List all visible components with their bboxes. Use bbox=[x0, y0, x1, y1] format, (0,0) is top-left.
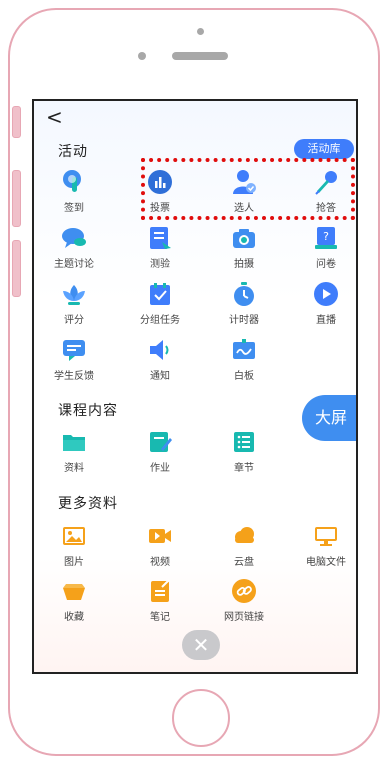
more-cloud-drive[interactable]: 云盘 bbox=[204, 523, 284, 568]
sensor-dot bbox=[138, 52, 146, 60]
activity-label: 通知 bbox=[150, 371, 170, 382]
activity-label: 白板 bbox=[234, 371, 254, 382]
more-label: 收藏 bbox=[64, 612, 84, 623]
more-label: 笔记 bbox=[150, 612, 170, 623]
timer-icon bbox=[231, 281, 257, 307]
activity-label: 主题讨论 bbox=[54, 259, 94, 270]
mute-switch bbox=[12, 106, 21, 138]
activity-quiz[interactable]: 测验 bbox=[120, 225, 200, 270]
volume-up-button bbox=[12, 170, 21, 227]
section-title-more: 更多资料 bbox=[58, 496, 118, 512]
section-title-activity: 活动 bbox=[58, 144, 88, 160]
course-homework[interactable]: 作业 bbox=[120, 429, 200, 474]
chat-bubble-icon bbox=[61, 225, 87, 251]
activity-label: 测验 bbox=[150, 259, 170, 270]
homework-icon bbox=[147, 429, 173, 455]
note-icon bbox=[147, 578, 173, 604]
activity-notification[interactable]: 通知 bbox=[120, 337, 200, 382]
more-image[interactable]: 图片 bbox=[34, 523, 114, 568]
activity-live-stream[interactable]: 直播 bbox=[286, 281, 356, 326]
activity-sign-in[interactable]: 签到 bbox=[34, 169, 114, 214]
whiteboard-icon bbox=[231, 337, 257, 363]
favorites-icon bbox=[61, 578, 87, 604]
group-task-icon bbox=[147, 281, 173, 307]
video-icon bbox=[147, 523, 173, 549]
course-label: 作业 bbox=[150, 463, 170, 474]
more-label: 视频 bbox=[150, 557, 170, 568]
front-camera bbox=[197, 28, 204, 35]
more-label: 图片 bbox=[64, 557, 84, 568]
activity-label: 评分 bbox=[64, 315, 84, 326]
home-button[interactable] bbox=[172, 689, 230, 747]
activity-timer[interactable]: 计时器 bbox=[204, 281, 284, 326]
activity-label: 学生反馈 bbox=[54, 371, 94, 382]
camera-icon bbox=[231, 225, 257, 251]
activity-label: 分组任务 bbox=[140, 315, 180, 326]
course-chapters[interactable]: 章节 bbox=[204, 429, 284, 474]
feedback-icon bbox=[61, 337, 87, 363]
more-computer-files[interactable]: 电脑文件 bbox=[286, 523, 356, 568]
activity-label: 直播 bbox=[316, 315, 336, 326]
activity-questionnaire[interactable]: ? 问卷 bbox=[286, 225, 356, 270]
course-label: 章节 bbox=[234, 463, 254, 474]
quiz-icon bbox=[147, 225, 173, 251]
section-title-course: 课程内容 bbox=[58, 403, 118, 419]
questionnaire-icon: ? bbox=[313, 225, 339, 251]
earpiece-speaker bbox=[172, 52, 228, 60]
folder-icon bbox=[61, 429, 87, 455]
activity-group-task[interactable]: 分组任务 bbox=[120, 281, 200, 326]
big-screen-button[interactable]: 大屏 bbox=[302, 395, 356, 441]
back-button[interactable]: < bbox=[46, 107, 63, 127]
more-video[interactable]: 视频 bbox=[120, 523, 200, 568]
live-play-icon bbox=[313, 281, 339, 307]
activity-label: 签到 bbox=[64, 203, 84, 214]
activity-rating[interactable]: 评分 bbox=[34, 281, 114, 326]
activity-student-feedback[interactable]: 学生反馈 bbox=[34, 337, 114, 382]
volume-down-button bbox=[12, 240, 21, 297]
more-label: 电脑文件 bbox=[306, 557, 346, 568]
course-materials[interactable]: 资料 bbox=[34, 429, 114, 474]
activity-label: 问卷 bbox=[316, 259, 336, 270]
more-web-link[interactable]: 网页链接 bbox=[204, 578, 284, 623]
course-label: 资料 bbox=[64, 463, 84, 474]
chapter-list-icon bbox=[231, 429, 257, 455]
activity-label: 拍摄 bbox=[234, 259, 254, 270]
cloud-icon bbox=[231, 523, 257, 549]
image-icon bbox=[61, 523, 87, 549]
monitor-icon bbox=[313, 523, 339, 549]
more-label: 网页链接 bbox=[224, 612, 264, 623]
lotus-icon bbox=[61, 281, 87, 307]
speaker-icon bbox=[147, 337, 173, 363]
link-icon bbox=[231, 578, 257, 604]
activity-label: 计时器 bbox=[229, 315, 259, 326]
more-label: 云盘 bbox=[234, 557, 254, 568]
activity-capture[interactable]: 拍摄 bbox=[204, 225, 284, 270]
activity-library-button[interactable]: 活动库 bbox=[294, 139, 354, 159]
svg-text:?: ? bbox=[323, 230, 329, 243]
touch-icon bbox=[61, 169, 87, 195]
activity-topic-discussion[interactable]: 主题讨论 bbox=[34, 225, 114, 270]
more-favorites[interactable]: 收藏 bbox=[34, 578, 114, 623]
more-notes[interactable]: 笔记 bbox=[120, 578, 200, 623]
close-button[interactable]: ✕ bbox=[182, 630, 220, 660]
activity-whiteboard[interactable]: 白板 bbox=[204, 337, 284, 382]
highlight-box bbox=[141, 158, 355, 220]
app-screen: < 活动 活动库 签到 投票 选人 抢答 主题讨论 测验 拍摄 ? 问卷 评分 … bbox=[32, 99, 358, 674]
